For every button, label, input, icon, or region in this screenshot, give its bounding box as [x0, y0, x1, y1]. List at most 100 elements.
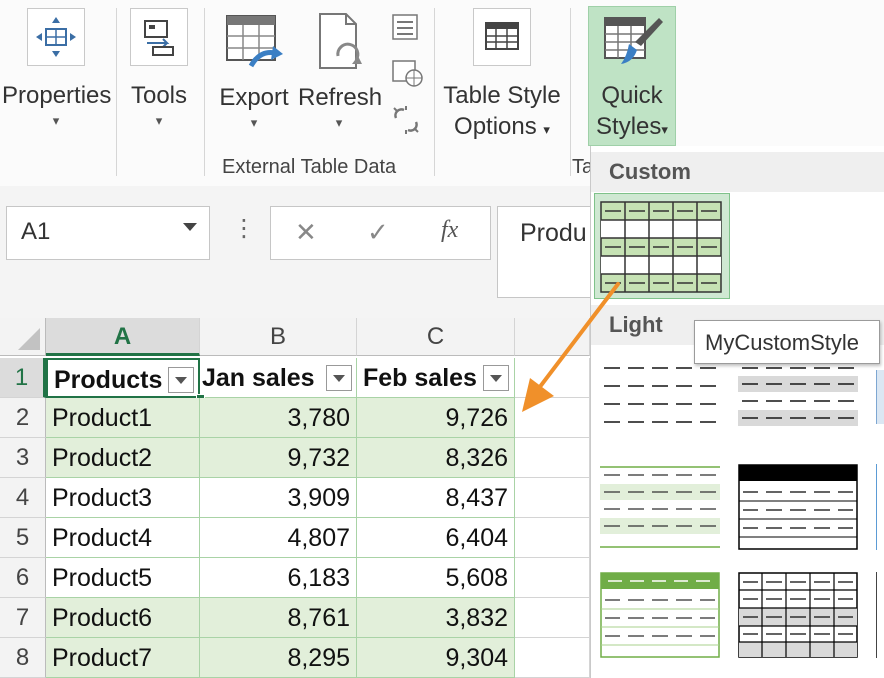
table-cell[interactable]: Product7 — [46, 638, 200, 678]
chevron-down-icon: ▾ — [155, 113, 163, 128]
enter-icon[interactable]: ✓ — [367, 217, 389, 248]
table-style-light-grid-thumbnail[interactable] — [738, 572, 858, 658]
refresh-icon — [308, 10, 370, 76]
quick-styles-icon — [599, 10, 665, 76]
header-jan-sales: Jan sales — [202, 364, 315, 392]
external-table-data-group-label: External Table Data — [222, 156, 397, 178]
quick-styles-button[interactable]: Quick Styles▾ — [588, 10, 676, 145]
empty-cell[interactable] — [515, 638, 590, 678]
header-feb-sales: Feb sales — [363, 364, 477, 392]
name-box-value: A1 — [21, 218, 51, 245]
list-properties-icon[interactable] — [390, 12, 420, 42]
table-cell[interactable]: 5,608 — [357, 558, 515, 598]
row-header[interactable]: 7 — [0, 598, 46, 638]
ribbon-separator — [204, 8, 205, 176]
table-cell[interactable]: 3,832 — [357, 598, 515, 638]
refresh-label: Refresh — [298, 84, 383, 111]
table-style-light1-thumbnail[interactable] — [738, 360, 858, 446]
table-cell[interactable]: 8,437 — [357, 478, 515, 518]
column-header-a[interactable]: A — [46, 318, 200, 356]
tools-button[interactable]: Tools ▾ — [124, 8, 194, 131]
row-header[interactable]: 1 — [0, 358, 46, 398]
filter-dropdown-button[interactable] — [326, 365, 352, 391]
row-header[interactable]: 5 — [0, 518, 46, 558]
properties-button[interactable]: Properties ▾ — [2, 8, 112, 131]
table-cell[interactable]: 8,761 — [200, 598, 357, 638]
table-cell[interactable]: Product3 — [46, 478, 200, 518]
table-cell[interactable]: 8,326 — [357, 438, 515, 478]
chevron-down-icon: ▾ — [250, 115, 258, 130]
table-cell[interactable]: 6,183 — [200, 558, 357, 598]
export-label: Export — [219, 84, 289, 111]
row-header[interactable]: 6 — [0, 558, 46, 598]
more-options-icon[interactable]: ⋮ — [232, 214, 256, 243]
empty-cell[interactable] — [515, 518, 590, 558]
table-cell[interactable]: Product1 — [46, 398, 200, 438]
tools-label: Tools — [130, 82, 188, 109]
export-icon — [221, 10, 287, 76]
table-header-cell[interactable]: Products — [46, 358, 200, 398]
table-style-light-green-grid-thumbnail[interactable] — [600, 572, 720, 658]
table-style-options-label-line1: Table Style — [443, 82, 561, 109]
table-cell[interactable]: 6,404 — [357, 518, 515, 558]
quick-styles-label-line2: Styles▾ — [596, 113, 668, 140]
chevron-down-icon: ▾ — [52, 113, 60, 128]
properties-icon — [27, 8, 85, 66]
name-box[interactable]: A1 — [6, 206, 210, 260]
row-header[interactable]: 3 — [0, 438, 46, 478]
export-button[interactable]: Export ▾ — [214, 10, 294, 133]
tools-icon — [130, 8, 188, 66]
table-header-cell[interactable]: Feb sales — [357, 358, 515, 398]
table-style-partial-thumbnail[interactable] — [876, 370, 884, 424]
table-style-options-button[interactable]: Table Style Options ▾ — [440, 8, 564, 145]
table-cell[interactable]: Product2 — [46, 438, 200, 478]
empty-cell[interactable] — [515, 598, 590, 638]
table-style-partial-thumbnail[interactable] — [876, 572, 884, 658]
quick-styles-label-line1: Quick — [601, 82, 663, 109]
insert-function-icon[interactable]: fx — [441, 217, 458, 244]
custom-section-header: Custom — [591, 152, 884, 192]
column-header-b[interactable]: B — [200, 318, 357, 356]
formula-buttons: ✕ ✓ fx — [270, 206, 491, 260]
header-products: Products — [54, 366, 163, 394]
filter-dropdown-button[interactable] — [168, 367, 194, 393]
empty-cell[interactable] — [515, 438, 590, 478]
properties-label: Properties — [2, 82, 112, 109]
table-style-options-label-line2: Options ▾ — [454, 113, 550, 140]
ribbon-separator — [434, 8, 435, 176]
table-cell[interactable]: 3,780 — [200, 398, 357, 438]
ribbon-separator — [116, 8, 117, 176]
table-cell[interactable]: 9,304 — [357, 638, 515, 678]
table-cell[interactable]: Product6 — [46, 598, 200, 638]
table-cell[interactable]: Product5 — [46, 558, 200, 598]
table-cell[interactable]: 4,807 — [200, 518, 357, 558]
row-header[interactable]: 2 — [0, 398, 46, 438]
chevron-down-icon: ▾ — [335, 115, 343, 130]
table-style-light-green-thumbnail[interactable] — [600, 464, 720, 550]
row-header[interactable]: 4 — [0, 478, 46, 518]
empty-cell[interactable] — [515, 478, 590, 518]
style-tooltip: MyCustomStyle — [694, 320, 880, 364]
ribbon-separator — [570, 8, 571, 176]
chevron-down-icon: ▾ — [543, 122, 550, 137]
empty-cell[interactable] — [515, 558, 590, 598]
table-cell[interactable]: 3,909 — [200, 478, 357, 518]
table-header-cell[interactable]: Jan sales — [200, 358, 357, 398]
table-cell[interactable]: 9,732 — [200, 438, 357, 478]
table-style-light-black-header-thumbnail[interactable] — [738, 464, 858, 550]
unlink-icon[interactable] — [390, 104, 422, 136]
formula-input-value: Produ — [520, 219, 587, 247]
chevron-down-icon[interactable] — [183, 223, 197, 231]
table-cell[interactable]: 9,726 — [357, 398, 515, 438]
chevron-down-icon: ▾ — [661, 122, 668, 137]
table-cell[interactable]: Product4 — [46, 518, 200, 558]
refresh-button[interactable]: Refresh ▾ — [298, 10, 383, 133]
table-cell[interactable]: 8,295 — [200, 638, 357, 678]
table-style-partial-thumbnail[interactable] — [876, 464, 884, 550]
table-style-options-icon — [473, 8, 531, 66]
row-header[interactable]: 8 — [0, 638, 46, 678]
cancel-icon[interactable]: ✕ — [295, 217, 317, 248]
column-header-c[interactable]: C — [357, 318, 515, 356]
select-all-corner[interactable] — [0, 318, 46, 356]
open-in-browser-icon[interactable] — [390, 58, 424, 90]
